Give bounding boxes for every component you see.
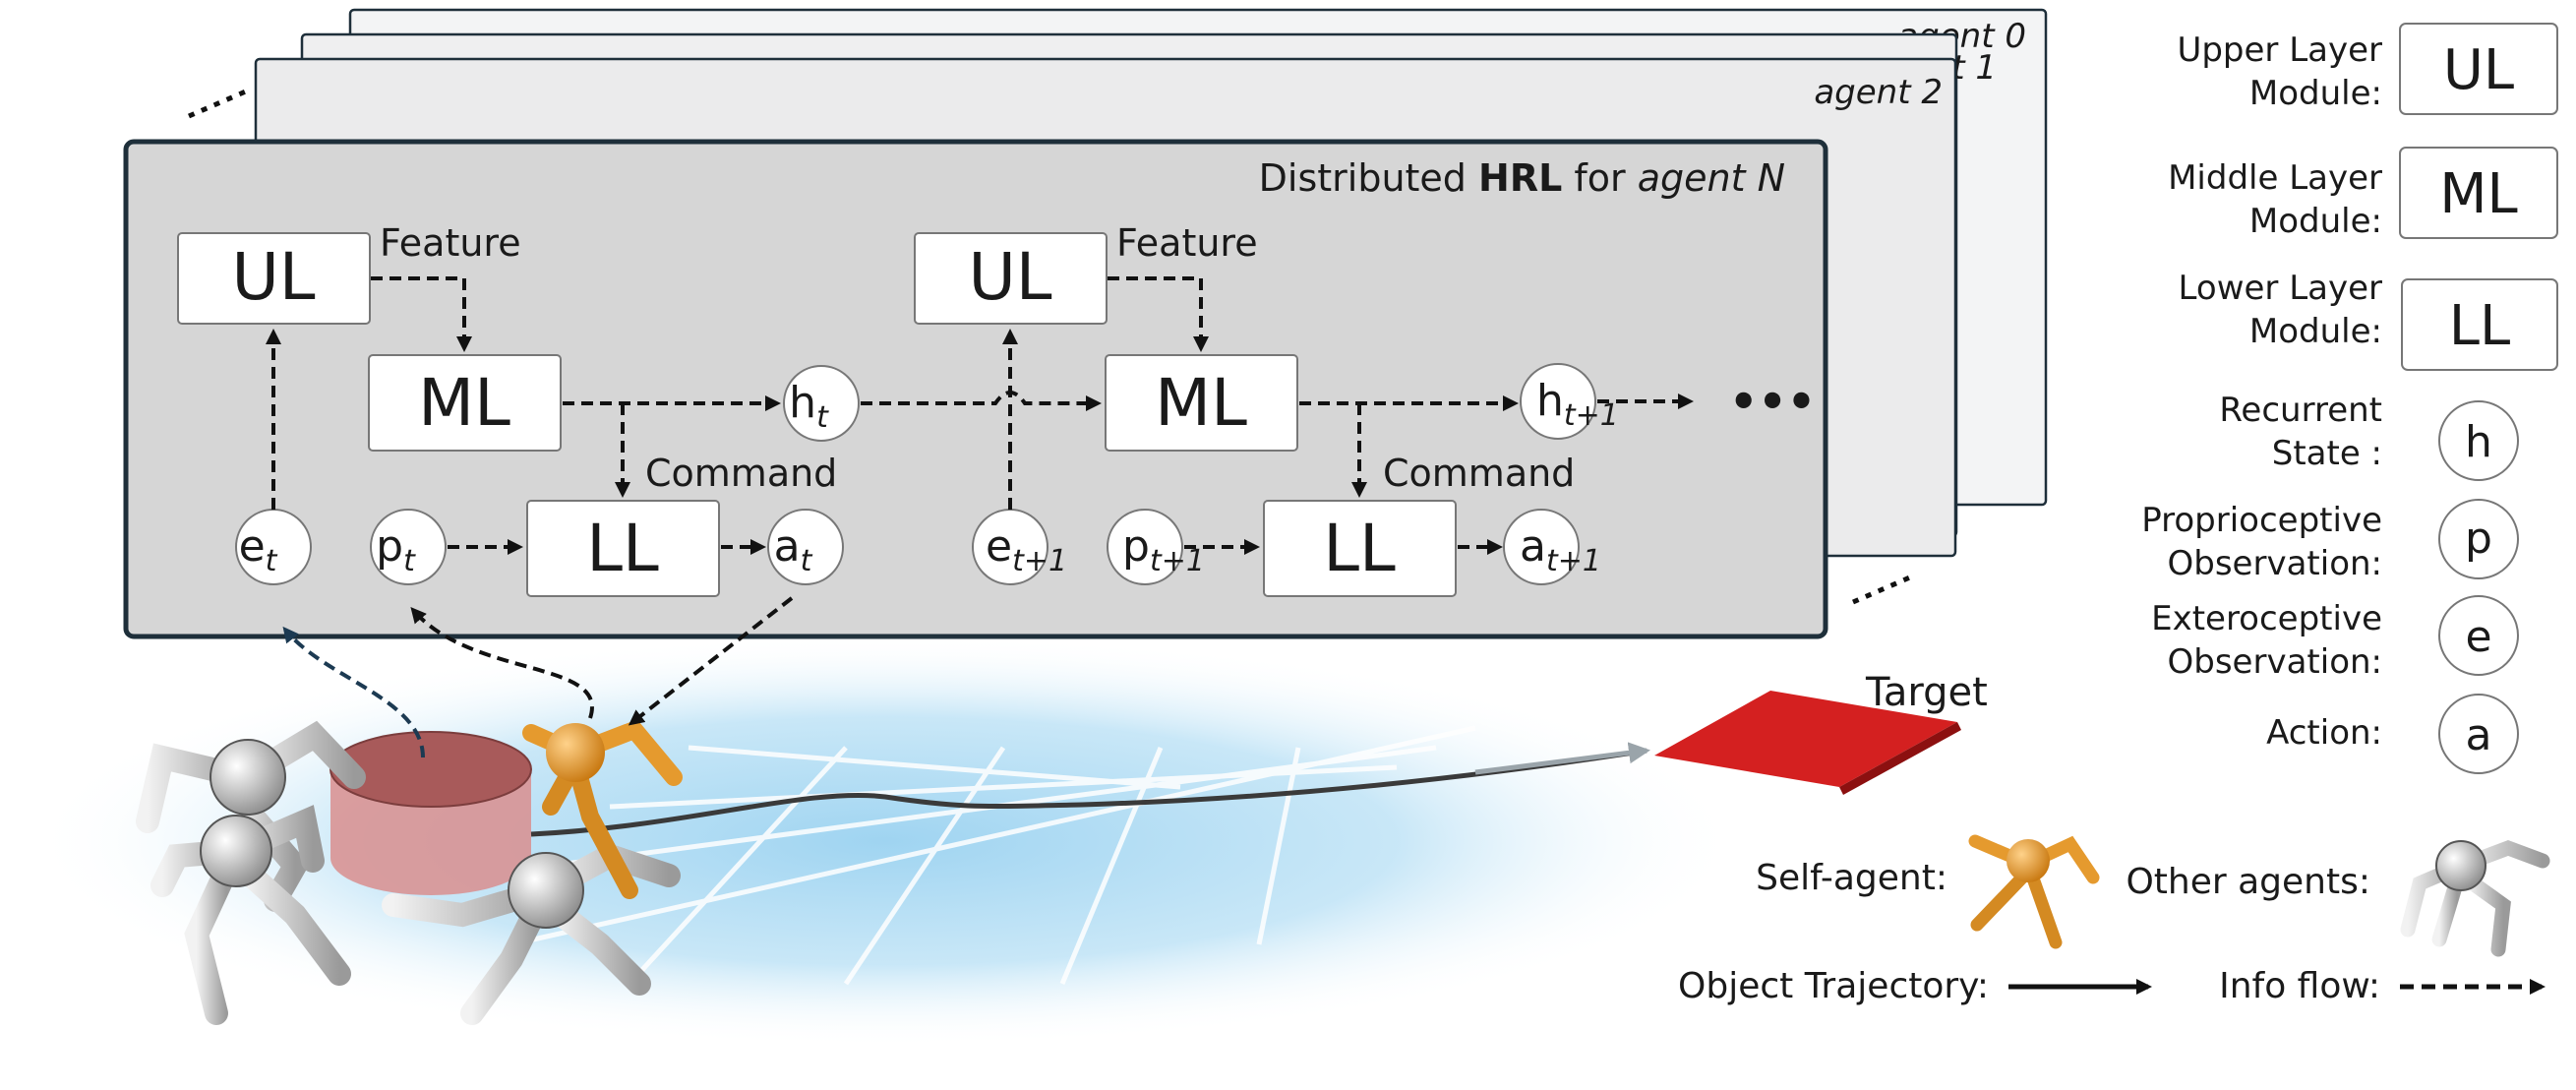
other-agent-icon [2400, 839, 2550, 957]
stack-dots-top [188, 88, 249, 119]
feature-label-t1: Feature [1116, 221, 1258, 265]
diagram-canvas: agent 0 agent 1 agent 2 Distributed HRL … [30, 8, 2558, 1048]
ul-module-t1-label: UL [968, 239, 1051, 315]
ml-module-t-label: ML [418, 365, 510, 441]
ll-module-t1-label: LL [1323, 511, 1396, 586]
target-label: Target [1865, 670, 1988, 715]
legend-ll-box-label: LL [2449, 294, 2510, 358]
ul-module-t-label: UL [231, 239, 315, 315]
node-p-t: pt [370, 509, 447, 585]
object-cylinder [329, 731, 532, 895]
legend-prop-label-2: Observation: [2168, 544, 2383, 583]
legend-ml-label-2: Module: [2249, 202, 2382, 241]
legend-rec-label-2: State : [2272, 434, 2382, 473]
legend-ul-label-1: Upper Layer [2177, 30, 2382, 70]
legend-ext-label-1: Exteroceptive [2151, 599, 2382, 638]
legend-ext-sym: e [2465, 612, 2491, 662]
panel-title: Distributed HRL for agent N [1259, 156, 1785, 200]
legend-ml-box-label: ML [2439, 162, 2518, 226]
legend-object-trajectory-label: Object Trajectory: [1678, 966, 1989, 1006]
legend-ll-label-1: Lower Layer [2179, 269, 2382, 308]
legend-ul-box-label: UL [2443, 38, 2514, 102]
legend-prop-label-1: Proprioceptive [2141, 501, 2382, 540]
ll-module-t-label: LL [586, 511, 659, 586]
legend-self-agent-label: Self-agent: [1756, 858, 1947, 898]
stack-dots-bottom [1852, 574, 1913, 605]
legend-ml-label-1: Middle Layer [2168, 158, 2382, 198]
legend-ll-label-2: Module: [2249, 312, 2382, 351]
command-label-t: Command [645, 452, 837, 495]
legend-rec-sym: h [2465, 417, 2492, 467]
legend-other-agents-label: Other agents: [2126, 862, 2370, 902]
legend-ext-label-2: Observation: [2168, 642, 2383, 682]
legend-prop-sym: p [2465, 514, 2492, 564]
self-agent-icon [1968, 834, 2100, 949]
node-a-t: at [767, 509, 844, 585]
legend-rec-label-1: Recurrent [2219, 391, 2382, 430]
command-label-t1: Command [1383, 452, 1575, 495]
legend-action-sym: a [2466, 710, 2492, 760]
node-e-t: et [235, 509, 312, 585]
legend-ul-label-2: Module: [2249, 74, 2382, 113]
continuation-dots: ••• [1729, 375, 1816, 428]
ml-module-t1-label: ML [1155, 365, 1247, 441]
feature-label-t: Feature [380, 221, 521, 265]
legend-info-flow-label: Info flow: [2219, 966, 2380, 1006]
node-h-t: ht [783, 365, 860, 442]
legend-action-label: Action: [2266, 713, 2382, 753]
agent-2-label: agent 2 [1814, 73, 1943, 112]
